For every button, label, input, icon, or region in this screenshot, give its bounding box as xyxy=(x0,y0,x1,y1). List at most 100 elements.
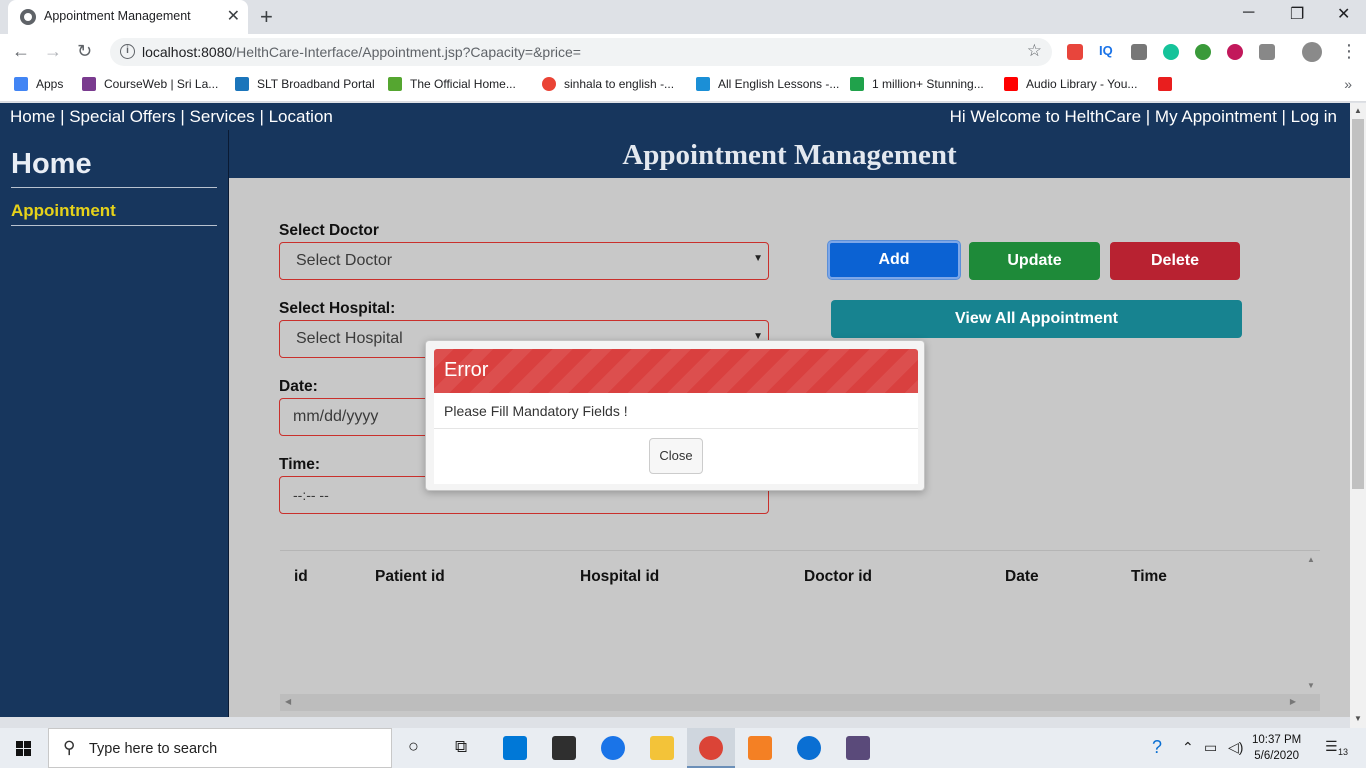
battery-icon[interactable]: ▭ xyxy=(1204,739,1217,756)
edge-icon[interactable] xyxy=(797,736,821,760)
task-view-icon[interactable]: ⧉ xyxy=(455,737,467,757)
extension-cube-icon[interactable] xyxy=(1259,44,1275,60)
column-header-hospital-id: Hospital id xyxy=(580,568,660,585)
app-icon[interactable] xyxy=(846,736,870,760)
extension-fb-icon[interactable] xyxy=(1131,44,1147,60)
clock-date: 5/6/2020 xyxy=(1254,750,1299,762)
doctor-select-value: Select Doctor xyxy=(296,252,393,269)
time-placeholder: --:-- -- xyxy=(293,487,329,503)
slt-icon xyxy=(235,77,249,91)
address-bar[interactable]: i localhost:8080/HelthCare-Interface/App… xyxy=(110,38,1052,66)
dialog-footer: Close xyxy=(434,429,918,484)
extension-globe-icon[interactable] xyxy=(1195,44,1211,60)
bookmark-sinhala[interactable]: sinhala to english -... xyxy=(542,77,674,91)
bookmarks-bar: Apps CourseWeb | Sri La... SLT Broadband… xyxy=(0,70,1366,102)
site-info-icon[interactable]: i xyxy=(120,44,135,59)
more-bookmarks-icon[interactable]: » xyxy=(1344,76,1352,92)
update-button[interactable]: Update xyxy=(969,242,1100,280)
file-explorer-icon[interactable] xyxy=(650,736,674,760)
extension-download-icon[interactable] xyxy=(1227,44,1243,60)
scroll-down-arrow-icon[interactable]: ▼ xyxy=(1354,714,1362,723)
volume-icon[interactable]: ◁) xyxy=(1228,739,1243,756)
taskbar-search[interactable]: ⚲ Type here to search xyxy=(48,728,392,768)
vlc-icon[interactable] xyxy=(748,736,772,760)
dialog-title: Error xyxy=(444,359,489,381)
firefox-icon[interactable] xyxy=(601,736,625,760)
nav-links[interactable]: Home | Special Offers | Services | Locat… xyxy=(10,107,333,127)
error-dialog: Error Please Fill Mandatory Fields ! Clo… xyxy=(425,340,925,491)
profile-avatar[interactable] xyxy=(1302,42,1322,62)
table-horizontal-scrollbar[interactable]: ◀ ▶ xyxy=(280,694,1320,711)
forward-arrow-icon[interactable]: → xyxy=(44,41,62,62)
help-icon[interactable]: ? xyxy=(1152,737,1162,758)
browser-toolbar: ← → ↻ i localhost:8080/HelthCare-Interfa… xyxy=(0,34,1366,70)
minimize-button[interactable]: ─ xyxy=(1243,4,1254,22)
column-header-date: Date xyxy=(1005,568,1039,585)
sidebar-item-appointment[interactable]: Appointment xyxy=(11,201,116,221)
apps-grid-icon xyxy=(14,77,28,91)
scroll-down-arrow-icon[interactable]: ▼ xyxy=(1307,681,1315,690)
scrollbar-thumb[interactable] xyxy=(1352,119,1364,489)
bookmark-star-icon[interactable]: ☆ xyxy=(1027,41,1042,61)
column-header-doctor-id: Doctor id xyxy=(804,568,873,585)
globe-icon xyxy=(20,9,36,25)
scroll-right-arrow-icon[interactable]: ▶ xyxy=(1290,697,1296,706)
scroll-up-arrow-icon[interactable]: ▲ xyxy=(1307,555,1315,564)
page-title: Appointment Management xyxy=(229,130,1350,178)
close-tab-icon[interactable]: ✕ xyxy=(227,6,240,26)
bookmark-courseweb[interactable]: CourseWeb | Sri La... xyxy=(82,77,218,91)
restore-button[interactable]: ❐ xyxy=(1290,4,1304,24)
url-text: localhost:8080/HelthCare-Interface/Appoi… xyxy=(142,44,581,60)
ev-icon xyxy=(696,77,710,91)
search-placeholder: Type here to search xyxy=(89,741,218,757)
add-button[interactable]: Add xyxy=(828,241,960,279)
bookmark-slt[interactable]: SLT Broadband Portal xyxy=(235,77,375,91)
back-arrow-icon[interactable]: ← xyxy=(12,41,30,62)
dialog-body: Please Fill Mandatory Fields ! xyxy=(434,393,918,429)
bookmark-english-lessons[interactable]: All English Lessons -... xyxy=(696,77,839,91)
browser-menu-icon[interactable]: ⋮ xyxy=(1340,41,1358,62)
chevron-up-icon[interactable]: ⌃ xyxy=(1182,739,1194,756)
bookmark-audio-library[interactable]: Audio Library - You... xyxy=(1004,77,1137,91)
dialog-message: Please Fill Mandatory Fields ! xyxy=(444,403,628,419)
reload-icon[interactable]: ↻ xyxy=(77,41,92,62)
notification-center-icon[interactable]: ☰ xyxy=(1325,738,1338,755)
doctor-select[interactable]: Select Doctor ▼ xyxy=(279,242,769,280)
bookmark-fb[interactable] xyxy=(1158,77,1180,91)
chrome-icon[interactable] xyxy=(699,736,723,760)
top-navigation: Home | Special Offers | Services | Locat… xyxy=(0,103,1350,130)
dialog-header: Error xyxy=(434,349,918,393)
table-vertical-scrollbar[interactable]: ▲ ▼ xyxy=(1303,551,1320,694)
bookmark-official-home[interactable]: The Official Home... xyxy=(388,77,516,91)
view-all-appointment-button[interactable]: View All Appointment xyxy=(831,300,1242,338)
mail-icon[interactable] xyxy=(503,736,527,760)
clock[interactable]: 10:37 PM 5/6/2020 xyxy=(1252,732,1301,764)
close-window-button[interactable]: ✕ xyxy=(1337,4,1350,24)
page-scrollbar[interactable]: ▲ ▼ xyxy=(1350,103,1366,728)
bookmark-pexels[interactable]: 1 million+ Stunning... xyxy=(850,77,984,91)
close-button[interactable]: Close xyxy=(649,438,703,474)
google-icon xyxy=(542,77,556,91)
extension-iq-icon[interactable]: IQ xyxy=(1099,43,1115,59)
cortana-icon[interactable]: ○ xyxy=(408,736,419,757)
browser-tab-active[interactable]: Appointment Management ✕ xyxy=(8,0,248,34)
tab-title: Appointment Management xyxy=(44,9,191,23)
scroll-up-arrow-icon[interactable]: ▲ xyxy=(1354,106,1362,115)
nav-user-links[interactable]: Hi Welcome to HelthCare | My Appointment… xyxy=(950,107,1337,127)
bookmark-apps[interactable]: Apps xyxy=(14,77,63,91)
windows-start-icon[interactable] xyxy=(16,741,31,756)
sidebar-divider xyxy=(11,225,217,226)
sidebar-divider xyxy=(11,187,217,188)
scroll-left-arrow-icon[interactable]: ◀ xyxy=(285,697,291,706)
store-icon[interactable] xyxy=(552,736,576,760)
extension-office-icon[interactable] xyxy=(1067,44,1083,60)
extension-grammarly-icon[interactable] xyxy=(1163,44,1179,60)
notification-count: 13 xyxy=(1338,747,1349,757)
hospital-label: Select Hospital: xyxy=(279,300,396,317)
delete-button[interactable]: Delete xyxy=(1110,242,1240,280)
official-home-icon xyxy=(388,77,402,91)
dropdown-caret-icon: ▼ xyxy=(753,253,763,264)
clock-time: 10:37 PM xyxy=(1252,734,1302,746)
time-label: Time: xyxy=(279,456,321,473)
new-tab-button[interactable]: + xyxy=(260,4,273,30)
